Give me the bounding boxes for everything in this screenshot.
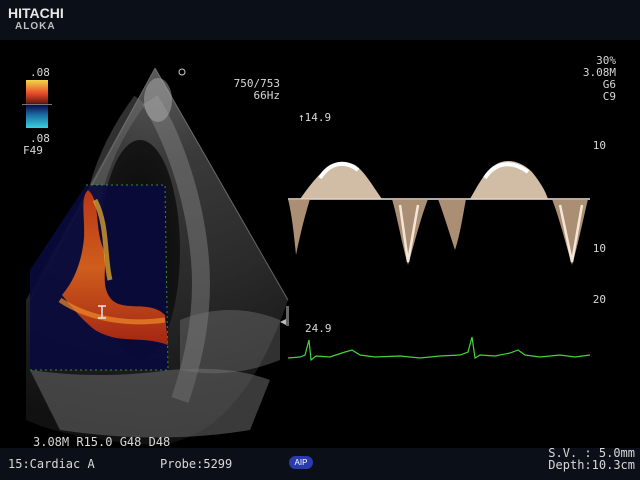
bmode-sector — [26, 67, 289, 445]
colorbar-top-label: .08 — [30, 66, 50, 79]
doppler-curve: C9 — [602, 90, 616, 103]
aip-badge[interactable]: AIP — [289, 456, 313, 469]
ecg-value: 24.9 — [305, 322, 332, 335]
filter-label: F49 — [23, 144, 43, 157]
ecg-trace — [287, 336, 591, 362]
scale-tick-label: 10 — [592, 139, 606, 152]
scale-tick-label: 10 — [592, 242, 606, 255]
scale-tick-label: 20 — [592, 293, 606, 306]
preset-name[interactable]: 15:Cardiac A — [8, 458, 95, 470]
frame-rate: 66Hz — [253, 89, 281, 102]
probe-id: Probe:5299 — [160, 457, 233, 471]
ultrasound-display — [26, 67, 591, 445]
depth-readout: Depth:10.3cm — [548, 458, 635, 472]
doppler-spectrum — [288, 160, 590, 265]
doppler-max-velocity: ↑14.9 — [298, 111, 332, 124]
bmode-parameters: 3.08M R15.0 G48 D48 — [33, 435, 171, 449]
